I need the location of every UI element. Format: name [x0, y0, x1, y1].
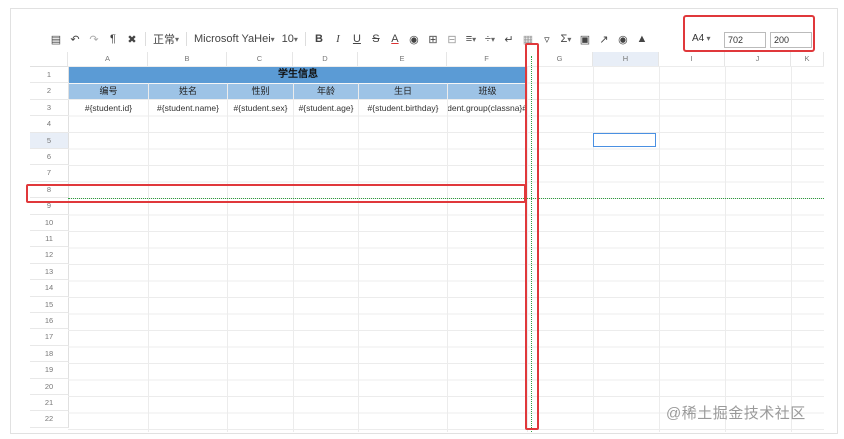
column-header-c[interactable]: C: [227, 52, 293, 67]
row-header-1[interactable]: 1: [30, 67, 69, 84]
column-header-k[interactable]: K: [791, 52, 824, 67]
column-header-a[interactable]: A: [68, 52, 148, 67]
row-header-10[interactable]: 10: [30, 214, 69, 231]
toolbar: ▤ ↶ ↷ ¶ ✖ 正常 Microsoft YaHei 10 B I U S …: [50, 28, 648, 50]
fill-color-icon[interactable]: ◉: [408, 30, 420, 48]
format-painter-icon[interactable]: ¶: [107, 30, 119, 48]
filter-icon[interactable]: ▿: [541, 30, 553, 48]
row-header-7[interactable]: 7: [30, 165, 69, 182]
row-header-3[interactable]: 3: [30, 99, 69, 117]
chart-icon[interactable]: ↗: [598, 30, 610, 48]
merge-cells-icon[interactable]: ⊟: [446, 30, 458, 48]
wrap-text-icon[interactable]: ↵: [503, 30, 515, 48]
page-height-input[interactable]: [770, 32, 812, 48]
template-field-cell[interactable]: #{student.sex}: [228, 100, 293, 116]
header-cell[interactable]: 年龄: [294, 84, 358, 99]
cell-grid[interactable]: [68, 66, 824, 432]
font-color-button[interactable]: A: [389, 30, 401, 48]
row-header-21[interactable]: 21: [30, 395, 69, 412]
grid-column-line: [293, 66, 294, 432]
clear-format-icon[interactable]: ✖: [126, 30, 138, 48]
column-header-f[interactable]: F: [447, 52, 527, 67]
valign-icon[interactable]: ÷: [484, 30, 496, 48]
row-header-14[interactable]: 14: [30, 280, 69, 297]
font-size-dropdown[interactable]: 10: [282, 30, 298, 48]
row-header-19[interactable]: 19: [30, 362, 69, 379]
row-header-12[interactable]: 12: [30, 247, 69, 264]
strikethrough-button[interactable]: S: [370, 30, 382, 48]
italic-button[interactable]: I: [332, 30, 344, 48]
column-header-d[interactable]: D: [293, 52, 358, 67]
row-header-6[interactable]: 6: [30, 149, 69, 166]
row-header-15[interactable]: 15: [30, 296, 69, 313]
template-field-cell[interactable]: #{student.id}: [69, 100, 148, 116]
column-header-j[interactable]: J: [725, 52, 791, 67]
border-icon[interactable]: ⊞: [427, 30, 439, 48]
watermark-text: @稀土掘金技术社区: [666, 405, 806, 422]
header-cell[interactable]: 编号: [69, 84, 148, 99]
header-cell[interactable]: 姓名: [149, 84, 227, 99]
column-header-i[interactable]: I: [659, 52, 725, 67]
style-dropdown[interactable]: 正常: [153, 30, 179, 48]
row-break-highlight: [26, 184, 526, 203]
upload-icon[interactable]: ▲: [636, 30, 648, 48]
redo-icon[interactable]: ↷: [88, 30, 100, 48]
row-header-5[interactable]: 5: [30, 132, 69, 149]
template-field-cell[interactable]: #{student.age}: [294, 100, 358, 116]
underline-button[interactable]: U: [351, 30, 363, 48]
row-header-17[interactable]: 17: [30, 329, 69, 346]
grid-column-line: [593, 66, 594, 432]
grid-column-line: [447, 66, 448, 432]
column-header-h[interactable]: H: [593, 52, 659, 67]
preview-eye-icon[interactable]: ◉: [617, 30, 629, 48]
font-family-dropdown[interactable]: Microsoft YaHei: [194, 30, 275, 48]
divider: [304, 32, 306, 46]
grid-column-line: [148, 66, 149, 432]
row-header-16[interactable]: 16: [30, 313, 69, 330]
grid-column-line: [227, 66, 228, 432]
grid-column-line: [659, 66, 660, 432]
page-width-input[interactable]: [724, 32, 766, 48]
row-header-18[interactable]: 18: [30, 345, 69, 363]
paper-size-dropdown[interactable]: A4: [692, 33, 710, 44]
align-icon[interactable]: ≡: [465, 30, 477, 48]
row-header-11[interactable]: 11: [30, 231, 69, 248]
divider: [186, 32, 188, 46]
image-icon[interactable]: ▣: [579, 30, 591, 48]
grid-column-line: [791, 66, 792, 432]
row-header-4[interactable]: 4: [30, 116, 69, 133]
template-field-cell[interactable]: #{student.birthday}: [359, 100, 447, 116]
row-header-22[interactable]: 22: [30, 411, 69, 428]
header-cell[interactable]: 生日: [359, 84, 447, 99]
header-cell[interactable]: 性别: [228, 84, 293, 99]
save-icon[interactable]: ▤: [50, 30, 62, 48]
selected-cell-h5[interactable]: [593, 133, 656, 147]
template-field-cell[interactable]: #{student.group(classna: [448, 100, 527, 116]
column-header-e[interactable]: E: [358, 52, 447, 67]
sum-button[interactable]: Σ: [560, 30, 572, 48]
select-all-corner[interactable]: [30, 52, 68, 67]
header-cell[interactable]: 班级: [448, 84, 527, 99]
row-header-20[interactable]: 20: [30, 378, 69, 395]
column-header-b[interactable]: B: [148, 52, 227, 67]
row-header-2[interactable]: 2: [30, 83, 69, 100]
bold-button[interactable]: B: [313, 30, 325, 48]
template-field-cell[interactable]: #{student.name}: [149, 100, 227, 116]
divider: [145, 32, 146, 46]
grid-column-line: [358, 66, 359, 432]
grid-column-line: [725, 66, 726, 432]
row-header-13[interactable]: 13: [30, 263, 69, 281]
undo-icon[interactable]: ↶: [69, 30, 81, 48]
sheet-title-cell[interactable]: 学生信息: [69, 67, 527, 83]
column-break-highlight: [525, 43, 539, 430]
